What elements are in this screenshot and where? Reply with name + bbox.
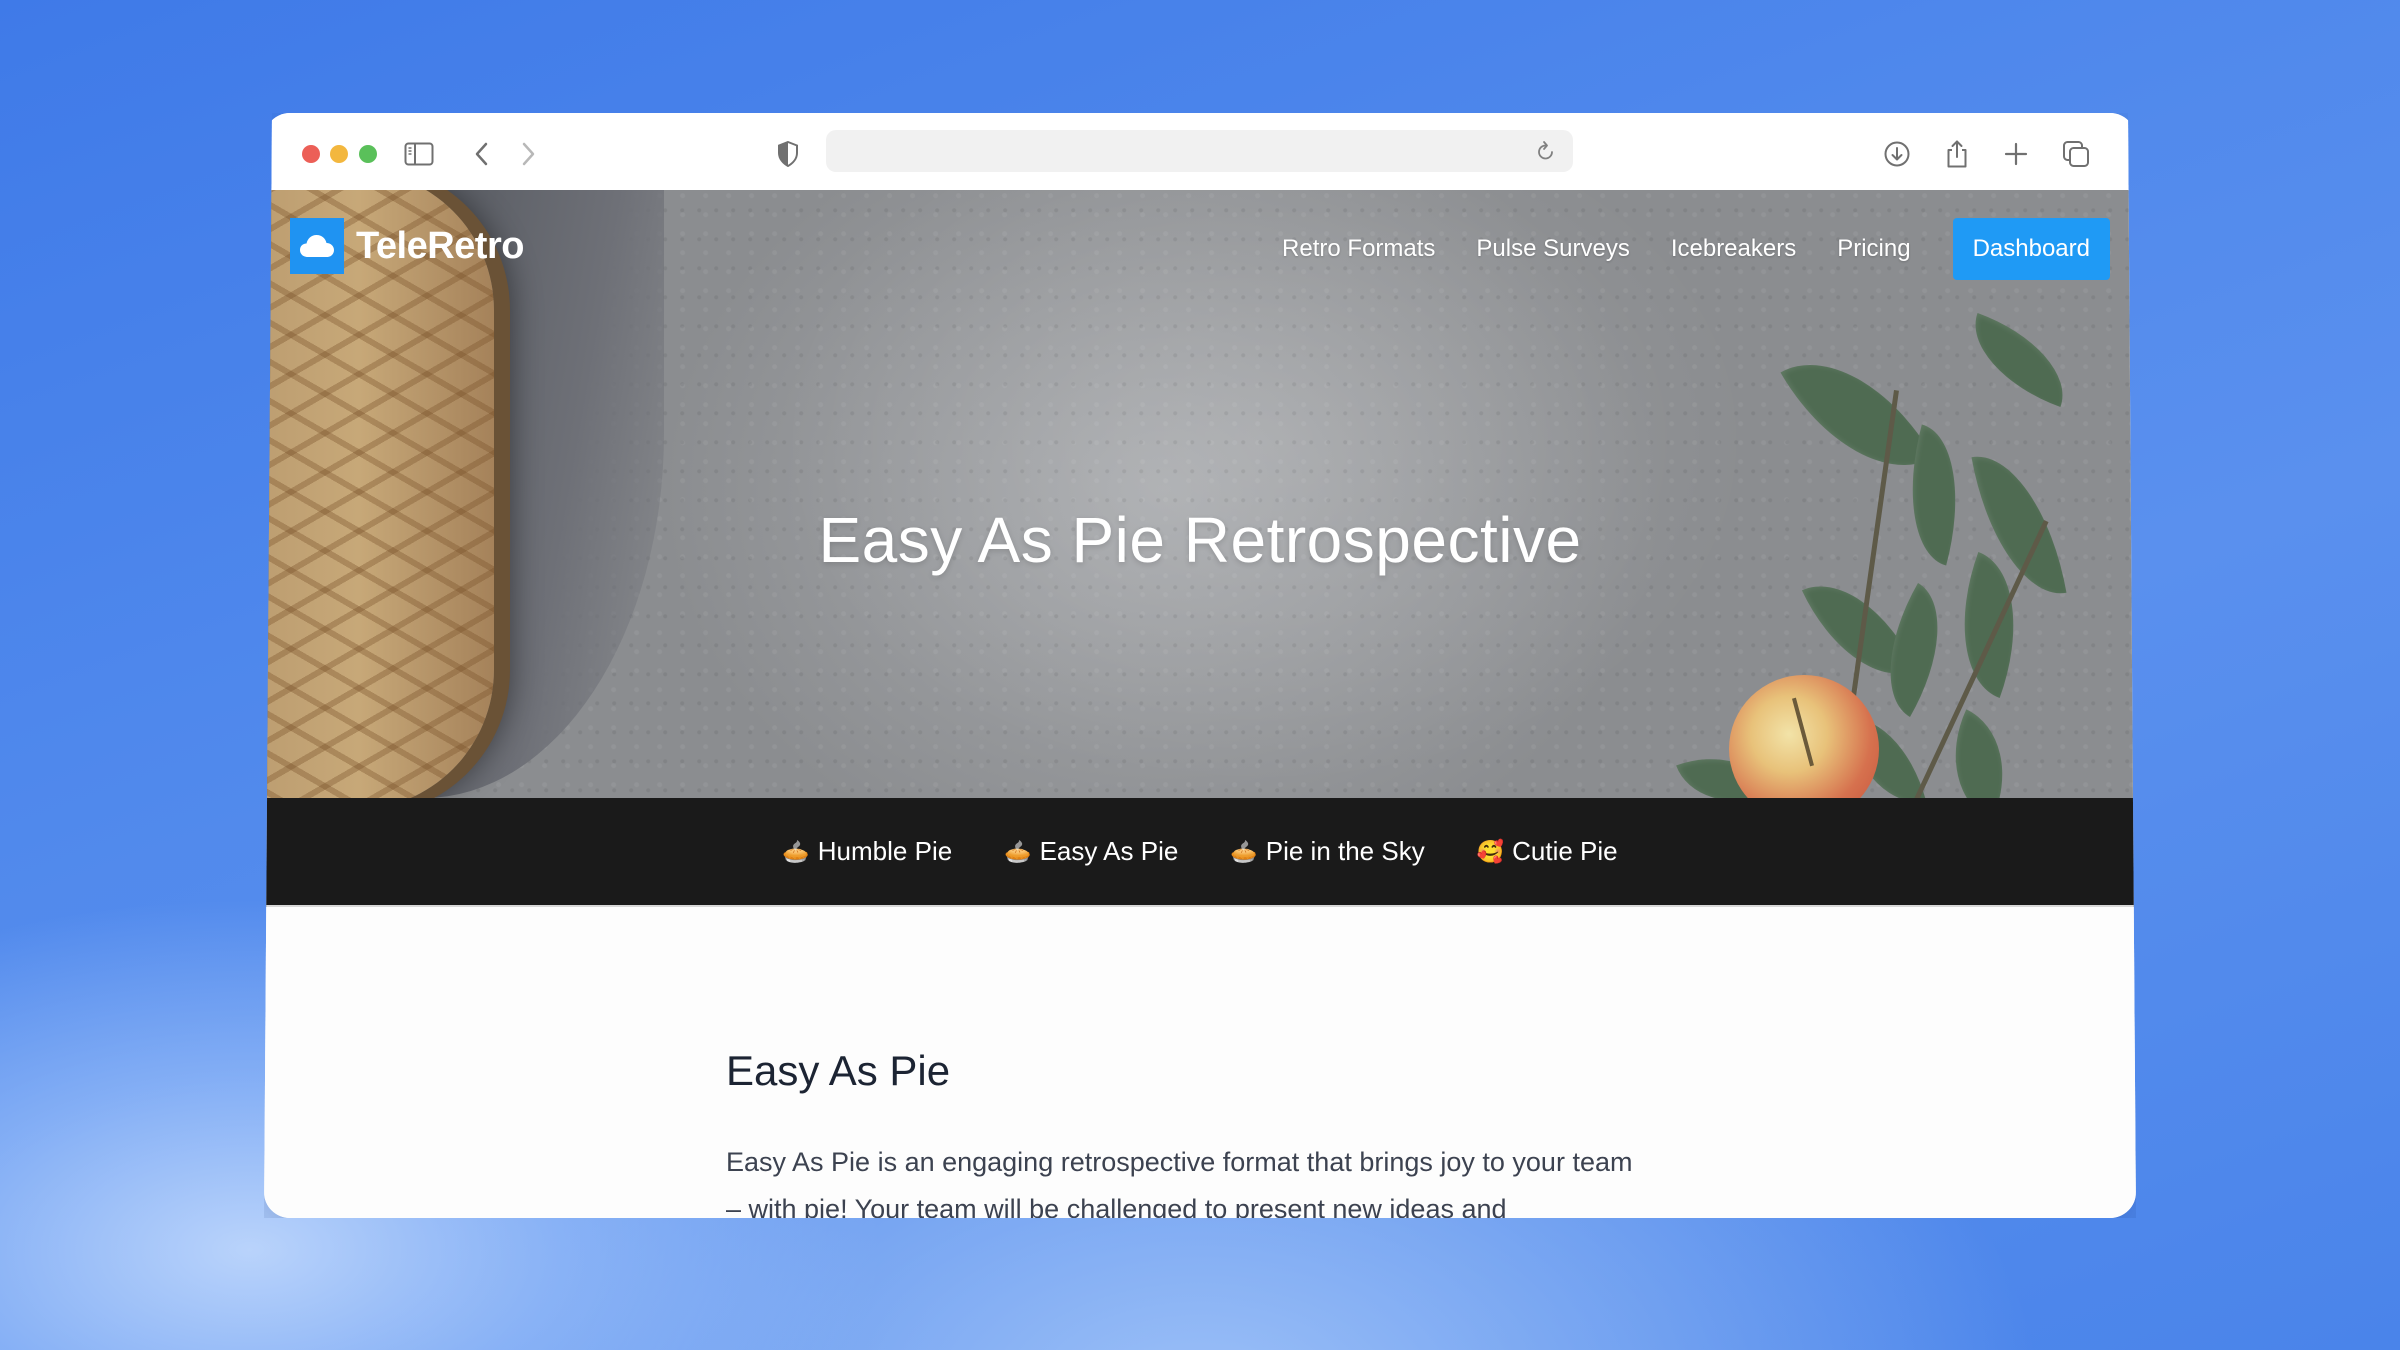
nav-pricing[interactable]: Pricing [1837, 235, 1910, 263]
brand-name: TeleRetro [356, 224, 524, 267]
main-nav: Retro Formats Pulse Surveys Icebreakers … [1241, 218, 2110, 280]
plus-icon[interactable] [1997, 135, 2035, 173]
reload-icon[interactable] [1529, 134, 1563, 168]
chevron-left-icon [474, 141, 490, 167]
category-label: Pie in the Sky [1265, 836, 1425, 866]
nav-pulse-surveys[interactable]: Pulse Surveys [1476, 235, 1629, 263]
sidebar-toggle-icon[interactable] [400, 135, 438, 173]
category-pie-in-the-sky[interactable]: 🥧 Pie in the Sky [1230, 836, 1424, 867]
pie-icon: 🥧 [1230, 838, 1258, 864]
close-window-button[interactable] [302, 145, 320, 163]
category-bar: 🥧 Humble Pie 🥧 Easy As Pie 🥧 Pie in the … [264, 798, 2136, 907]
maximize-window-button[interactable] [359, 145, 377, 163]
forward-button[interactable] [509, 135, 547, 173]
browser-toolbar [264, 113, 2136, 191]
site-navbar: TeleRetro Retro Formats Pulse Surveys Ic… [264, 190, 2136, 310]
nav-retro-formats[interactable]: Retro Formats [1282, 235, 1435, 263]
category-cutie-pie[interactable]: 🥰 Cutie Pie [1477, 836, 1618, 867]
category-easy-as-pie[interactable]: 🥧 Easy As Pie [1004, 836, 1178, 867]
shield-icon[interactable] [769, 135, 807, 173]
hero-title: Easy As Pie Retrospective [818, 503, 1582, 576]
category-label: Easy As Pie [1039, 836, 1179, 866]
address-bar[interactable] [826, 130, 1573, 172]
download-icon[interactable] [1878, 135, 1916, 173]
tabs-overview-icon[interactable] [2057, 135, 2095, 173]
category-label: Humble Pie [817, 836, 953, 866]
main-content: Easy As Pie Easy As Pie is an engaging r… [264, 907, 2136, 1218]
chevron-right-icon [520, 141, 536, 167]
nav-icebreakers[interactable]: Icebreakers [1671, 235, 1796, 263]
teleretro-logo[interactable]: TeleRetro [290, 218, 524, 274]
dashboard-button[interactable]: Dashboard [1953, 218, 2110, 280]
pie-icon: 🥧 [782, 838, 810, 864]
smiling-hearts-icon: 🥰 [1476, 838, 1505, 864]
cloud-icon [290, 218, 344, 274]
pie-icon: 🥧 [1004, 838, 1032, 864]
category-label: Cutie Pie [1512, 836, 1618, 866]
minimize-window-button[interactable] [330, 145, 348, 163]
category-humble-pie[interactable]: 🥧 Humble Pie [782, 836, 952, 867]
browser-window: TeleRetro Retro Formats Pulse Surveys Ic… [264, 113, 2136, 1218]
section-heading: Easy As Pie [726, 1047, 951, 1094]
section-paragraph: Easy As Pie is an engaging retrospective… [726, 1147, 1633, 1218]
back-button[interactable] [463, 135, 501, 173]
hero-banner: TeleRetro Retro Formats Pulse Surveys Ic… [264, 190, 2136, 798]
share-icon[interactable] [1938, 135, 1976, 173]
